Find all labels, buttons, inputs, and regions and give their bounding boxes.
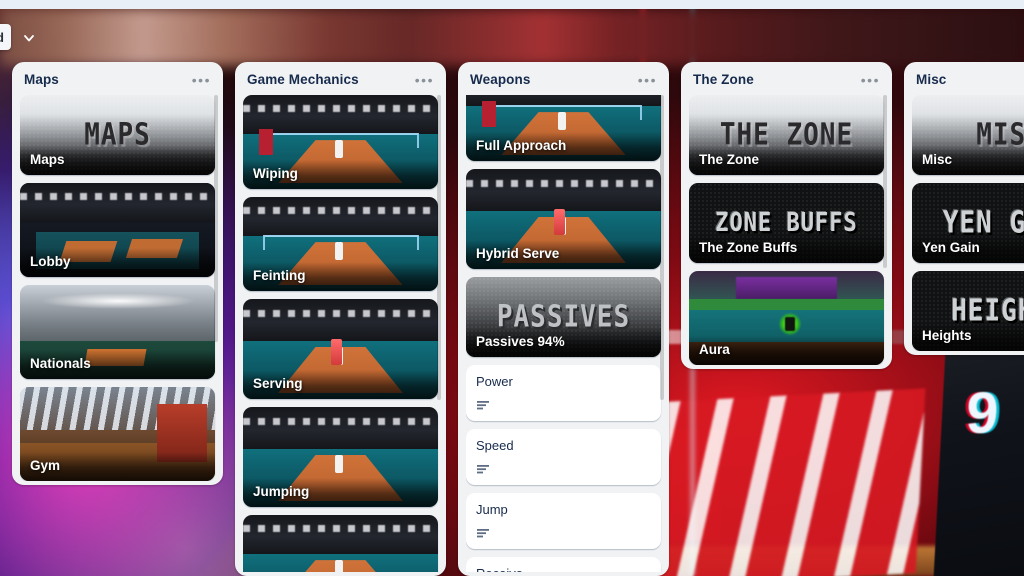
card-title: Aura <box>689 336 884 365</box>
card[interactable]: Receive <box>466 557 661 572</box>
ellipsis-horizontal-icon[interactable]: ••• <box>411 73 438 87</box>
card[interactable]: ZONE BUFFS The Zone Buffs <box>689 183 884 263</box>
card[interactable]: PASSIVES Passives 94% <box>466 277 661 357</box>
card[interactable]: Feinting <box>243 197 438 291</box>
card-cover <box>243 515 438 572</box>
card[interactable]: Power <box>466 365 661 421</box>
ellipsis-horizontal-icon[interactable]: ••• <box>188 73 215 87</box>
list-scroll-area[interactable]: THE ZONE The Zone ZONE BUFFS The Zone Buffs… <box>689 95 888 365</box>
list-cards: Wiping Feinting Serving Jumping <box>243 95 442 572</box>
list-scrollbar[interactable] <box>214 95 218 343</box>
card[interactable]: Wiping <box>243 95 438 189</box>
card[interactable]: Aura <box>689 271 884 365</box>
list-title[interactable]: Game Mechanics <box>247 72 359 87</box>
card[interactable]: MAPS Maps <box>20 95 215 175</box>
card-title: Maps <box>20 146 215 175</box>
card-title: Serving <box>243 370 438 399</box>
ellipsis-horizontal-icon[interactable]: ••• <box>857 73 884 87</box>
description-icon <box>476 462 490 476</box>
ellipsis-horizontal-icon[interactable]: ••• <box>634 73 661 87</box>
list-header: The Zone ••• <box>689 70 888 95</box>
card-badges <box>476 526 651 540</box>
card-title: Hybrid Serve <box>466 240 661 269</box>
card-title: Heights <box>912 322 1024 351</box>
board-list[interactable]: Weapons ••• Full Approach Hybrid Serve PASSI… <box>458 62 669 576</box>
card[interactable]: MISCMisc <box>912 95 1024 175</box>
board-canvas[interactable]: Maps ••• MAPS Maps Lobby Nationals Gym Game Mec… <box>0 62 1024 576</box>
list-scrollbar[interactable] <box>883 95 887 268</box>
card-title: Yen Gain <box>912 234 1024 263</box>
card-title: Passives 94% <box>466 328 661 357</box>
list-scroll-area[interactable]: Full Approach Hybrid Serve PASSIVES Passive… <box>466 95 665 572</box>
card-title: The Zone <box>689 146 884 175</box>
card[interactable]: HEIGHTSHeights <box>912 271 1024 351</box>
card-title: Full Approach <box>466 132 661 161</box>
board-switcher-label: d <box>0 30 4 45</box>
card-title: Jumping <box>243 478 438 507</box>
card[interactable]: THE ZONE The Zone <box>689 95 884 175</box>
list-header: Misc••• <box>912 70 1024 95</box>
card-title: Nationals <box>20 350 215 379</box>
board-switcher-button[interactable]: d <box>0 24 11 50</box>
list-title[interactable]: The Zone <box>693 72 754 87</box>
card[interactable]: Jumping <box>243 407 438 507</box>
list-header: Maps ••• <box>20 70 219 95</box>
card-title: Jump <box>476 502 508 517</box>
board-topbar: d <box>0 9 1024 65</box>
card-title: Power <box>476 374 513 389</box>
card[interactable]: YEN GAINYen Gain <box>912 183 1024 263</box>
card-title: Lobby <box>20 248 215 277</box>
card-badges <box>476 462 651 476</box>
browser-top-strip <box>0 0 1024 9</box>
card-title: Misc <box>912 146 1024 175</box>
list-cards: MISCMiscYEN GAINYen GainHEIGHTSHeights <box>912 95 1024 351</box>
list-header: Weapons ••• <box>466 70 665 95</box>
list-header: Game Mechanics ••• <box>243 70 442 95</box>
board-list[interactable]: Maps ••• MAPS Maps Lobby Nationals Gym <box>12 62 223 485</box>
card-cover-art <box>243 515 438 572</box>
description-icon <box>476 398 490 412</box>
card[interactable]: Lobby <box>20 183 215 277</box>
list-scroll-area[interactable]: MAPS Maps Lobby Nationals Gym <box>20 95 219 481</box>
card-title: Receive <box>476 565 651 572</box>
card-title: Gym <box>20 452 215 481</box>
card[interactable]: Gym <box>20 387 215 481</box>
card[interactable]: Hybrid Serve <box>466 169 661 269</box>
card[interactable]: Jump <box>466 493 661 549</box>
list-scroll-area[interactable]: Wiping Feinting Serving Jumping <box>243 95 442 572</box>
list-title[interactable]: Maps <box>24 72 59 87</box>
card[interactable]: Nationals <box>20 285 215 379</box>
list-scrollbar[interactable] <box>437 95 441 401</box>
list-cards: MAPS Maps Lobby Nationals Gym <box>20 95 219 481</box>
card-title: Feinting <box>243 262 438 291</box>
list-cards: THE ZONE The Zone ZONE BUFFS The Zone Buffs… <box>689 95 888 365</box>
board-list[interactable]: Misc•••MISCMiscYEN GAINYen GainHEIGHTSHe… <box>904 62 1024 355</box>
card-title: Wiping <box>243 160 438 189</box>
board-list[interactable]: Game Mechanics ••• Wiping Feinting Serving Ju… <box>235 62 446 576</box>
card[interactable] <box>243 515 438 572</box>
list-scrollbar[interactable] <box>660 95 664 401</box>
description-icon <box>476 526 490 540</box>
chevron-down-icon[interactable] <box>22 31 36 45</box>
board-list[interactable]: The Zone ••• THE ZONE The Zone ZONE BUFFS The… <box>681 62 892 369</box>
card[interactable]: Full Approach <box>466 95 661 161</box>
card-title: The Zone Buffs <box>689 234 884 263</box>
card[interactable]: Speed <box>466 429 661 485</box>
list-title[interactable]: Misc <box>916 72 946 87</box>
list-scroll-area[interactable]: MISCMiscYEN GAINYen GainHEIGHTSHeights <box>912 95 1024 351</box>
card-badges <box>476 398 651 412</box>
card-title: Speed <box>476 438 514 453</box>
list-cards: Full Approach Hybrid Serve PASSIVES Passive… <box>466 95 665 572</box>
card[interactable]: Serving <box>243 299 438 399</box>
list-title[interactable]: Weapons <box>470 72 530 87</box>
